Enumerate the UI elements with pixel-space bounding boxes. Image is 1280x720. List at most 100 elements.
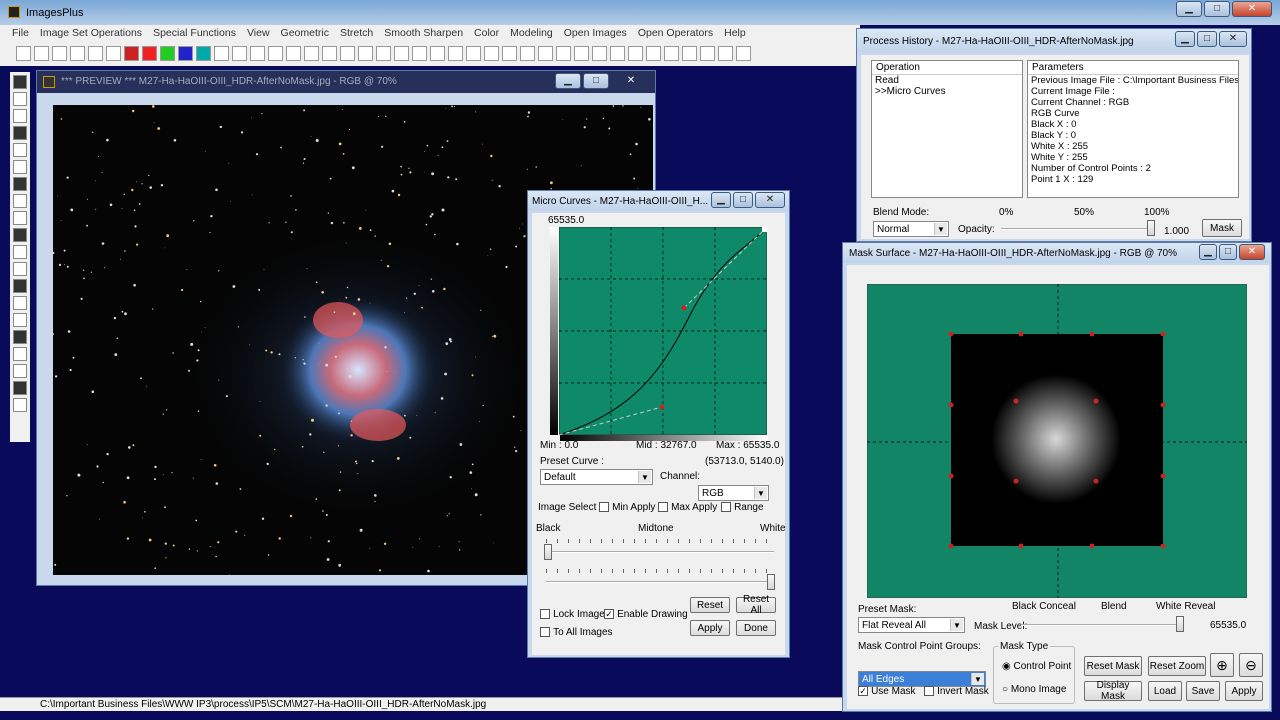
mask-control-point[interactable] <box>948 331 954 337</box>
mask-control-point[interactable] <box>1093 398 1099 404</box>
micro-minimize-button[interactable]: ▁ <box>711 192 731 208</box>
menu-open-images[interactable]: Open Images <box>564 27 627 39</box>
side-tool-icon[interactable] <box>13 211 27 225</box>
mask-control-point[interactable] <box>1160 331 1166 337</box>
toolbar-tool-icon[interactable] <box>700 46 715 61</box>
mask-surface-canvas[interactable] <box>867 284 1247 598</box>
toolbar-tool-icon[interactable] <box>682 46 697 61</box>
toolbar-tool-icon[interactable] <box>304 46 319 61</box>
toolbar-tool-icon[interactable] <box>250 46 265 61</box>
load-button[interactable]: Load <box>1148 681 1182 701</box>
operation-list[interactable]: Operation Read >>Micro Curves <box>871 60 1023 198</box>
toolbar-tool-icon[interactable] <box>196 46 211 61</box>
side-tool-icon[interactable] <box>13 75 27 89</box>
side-tool-icon[interactable] <box>13 313 27 327</box>
toolbar-tool-icon[interactable] <box>394 46 409 61</box>
mask-minimize-button[interactable]: ▁ <box>1199 244 1217 260</box>
toolbar-tool-icon[interactable] <box>268 46 283 61</box>
toolbar-tool-icon[interactable] <box>538 46 553 61</box>
preset-mask-select[interactable]: Flat Reveal All ▼ <box>858 617 965 633</box>
side-tool-icon[interactable] <box>13 143 27 157</box>
toolbar-tool-icon[interactable] <box>16 46 31 61</box>
channel-select[interactable]: RGB ▼ <box>698 485 769 501</box>
side-tool-icon[interactable] <box>13 262 27 276</box>
toolbar-tool-icon[interactable] <box>88 46 103 61</box>
side-tool-icon[interactable] <box>13 177 27 191</box>
reset-button[interactable]: Reset <box>690 597 730 613</box>
toolbar-tool-icon[interactable] <box>412 46 427 61</box>
mask-apply-button[interactable]: Apply <box>1225 681 1263 701</box>
toolbar-tool-icon[interactable] <box>610 46 625 61</box>
menu-special-functions[interactable]: Special Functions <box>153 27 236 39</box>
side-tool-icon[interactable] <box>13 109 27 123</box>
toolbar-tool-icon[interactable] <box>322 46 337 61</box>
apply-button[interactable]: Apply <box>690 620 730 636</box>
side-tool-icon[interactable] <box>13 279 27 293</box>
maximize-button[interactable]: □ <box>1204 1 1230 17</box>
toolbar-tool-icon[interactable] <box>178 46 193 61</box>
toolbar-tool-icon[interactable] <box>466 46 481 61</box>
mask-maximize-button[interactable]: □ <box>1219 244 1237 260</box>
menu-open-operators[interactable]: Open Operators <box>638 27 713 39</box>
menu-help[interactable]: Help <box>724 27 746 39</box>
close-button[interactable]: ✕ <box>1232 1 1272 17</box>
toolbar-tool-icon[interactable] <box>70 46 85 61</box>
side-tool-icon[interactable] <box>13 398 27 412</box>
micro-close-button[interactable]: ✕ <box>755 192 785 208</box>
control-point-radio[interactable]: ◉ Control Point <box>1002 661 1071 672</box>
toolbar-tool-icon[interactable] <box>358 46 373 61</box>
display-mask-button[interactable]: Display Mask <box>1084 680 1142 702</box>
side-tool-icon[interactable] <box>13 245 27 259</box>
enable-drawing-checkbox[interactable]: ✓ Enable Drawing <box>604 608 688 620</box>
toolbar-tool-icon[interactable] <box>34 46 49 61</box>
to-all-images-checkbox[interactable]: To All Images <box>540 626 613 638</box>
micro-maximize-button[interactable]: □ <box>733 192 753 208</box>
menu-stretch[interactable]: Stretch <box>340 27 373 39</box>
invert-mask-checkbox[interactable]: Invert Mask <box>924 685 989 697</box>
min-apply-checkbox[interactable]: Min Apply <box>599 501 655 513</box>
side-tool-icon[interactable] <box>13 126 27 140</box>
toolbar-tool-icon[interactable] <box>160 46 175 61</box>
toolbar-tool-icon[interactable] <box>736 46 751 61</box>
parameters-list[interactable]: Parameters Previous Image File : C:\Impo… <box>1027 60 1239 198</box>
side-tool-icon[interactable] <box>13 381 27 395</box>
menu-smooth-sharpen[interactable]: Smooth Sharpen <box>384 27 463 39</box>
menu-geometric[interactable]: Geometric <box>281 27 329 39</box>
toolbar-tool-icon[interactable] <box>376 46 391 61</box>
mask-control-point[interactable] <box>1160 402 1166 408</box>
toolbar-tool-icon[interactable] <box>52 46 67 61</box>
range-slider-thumb[interactable] <box>767 574 775 590</box>
mask-control-point[interactable] <box>1089 331 1095 337</box>
toolbar-tool-icon[interactable] <box>448 46 463 61</box>
curve-editor[interactable] <box>559 227 767 435</box>
toolbar-tool-icon[interactable] <box>574 46 589 61</box>
toolbar-tool-icon[interactable] <box>142 46 157 61</box>
history-close-button[interactable]: ✕ <box>1219 31 1247 47</box>
toolbar-tool-icon[interactable] <box>502 46 517 61</box>
mask-control-point[interactable] <box>1089 543 1095 549</box>
mask-control-point[interactable] <box>1013 398 1019 404</box>
mask-control-point[interactable] <box>1093 478 1099 484</box>
toolbar-tool-icon[interactable] <box>628 46 643 61</box>
mask-control-point[interactable] <box>948 402 954 408</box>
history-mask-button[interactable]: Mask <box>1202 219 1242 237</box>
blend-mode-select[interactable]: Normal ▼ <box>873 221 949 237</box>
reset-zoom-button[interactable]: Reset Zoom <box>1148 656 1206 676</box>
side-tool-icon[interactable] <box>13 160 27 174</box>
menu-modeling[interactable]: Modeling <box>510 27 553 39</box>
minimize-button[interactable]: ▁ <box>1176 1 1202 17</box>
mask-control-point[interactable] <box>1018 331 1024 337</box>
toolbar-tool-icon[interactable] <box>286 46 301 61</box>
side-tool-icon[interactable] <box>13 347 27 361</box>
side-tool-icon[interactable] <box>13 194 27 208</box>
mask-control-point[interactable] <box>1013 478 1019 484</box>
side-tool-icon[interactable] <box>13 330 27 344</box>
side-tool-icon[interactable] <box>13 228 27 242</box>
side-tool-icon[interactable] <box>13 364 27 378</box>
range-checkbox[interactable]: Range <box>721 501 764 513</box>
reset-all-button[interactable]: Reset All <box>736 594 776 616</box>
toolbar-tool-icon[interactable] <box>232 46 247 61</box>
toolbar-tool-icon[interactable] <box>556 46 571 61</box>
menu-color[interactable]: Color <box>474 27 499 39</box>
toolbar-tool-icon[interactable] <box>646 46 661 61</box>
